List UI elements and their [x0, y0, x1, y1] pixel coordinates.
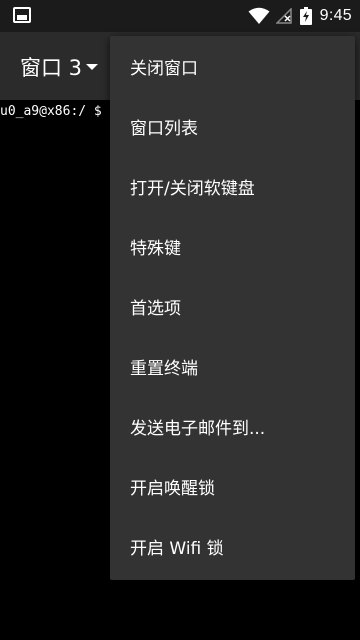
- overflow-menu: 关闭窗口 窗口列表 打开/关闭软键盘 特殊键 首选项 重置终端 发送电子邮件到.…: [110, 36, 355, 580]
- menu-item-wifi-lock[interactable]: 开启 Wifi 锁: [110, 516, 355, 576]
- terminal-notification-icon: [13, 7, 31, 23]
- menu-item-send-email[interactable]: 发送电子邮件到...: [110, 396, 355, 456]
- battery-charging-icon: [299, 7, 312, 25]
- menu-item-reset-terminal[interactable]: 重置终端: [110, 336, 355, 396]
- menu-item-special-keys[interactable]: 特殊键: [110, 216, 355, 276]
- menu-item-toggle-soft-keyboard[interactable]: 打开/关闭软键盘: [110, 156, 355, 216]
- menu-item-preferences[interactable]: 首选项: [110, 276, 355, 336]
- status-bar: 9:45: [0, 0, 360, 32]
- dropdown-arrow-icon[interactable]: [86, 64, 98, 70]
- terminal-prompt: u0_a9@x86:/ $: [0, 104, 102, 119]
- wifi-icon: [248, 7, 270, 24]
- signal-icon: [275, 8, 292, 24]
- status-icons: 9:45: [248, 0, 360, 32]
- menu-item-wake-lock[interactable]: 开启唤醒锁: [110, 456, 355, 516]
- menu-item-close-window[interactable]: 关闭窗口: [110, 36, 355, 96]
- menu-item-window-list[interactable]: 窗口列表: [110, 96, 355, 156]
- window-selector[interactable]: 窗口 3: [20, 52, 82, 82]
- clock: 9:45: [319, 7, 352, 24]
